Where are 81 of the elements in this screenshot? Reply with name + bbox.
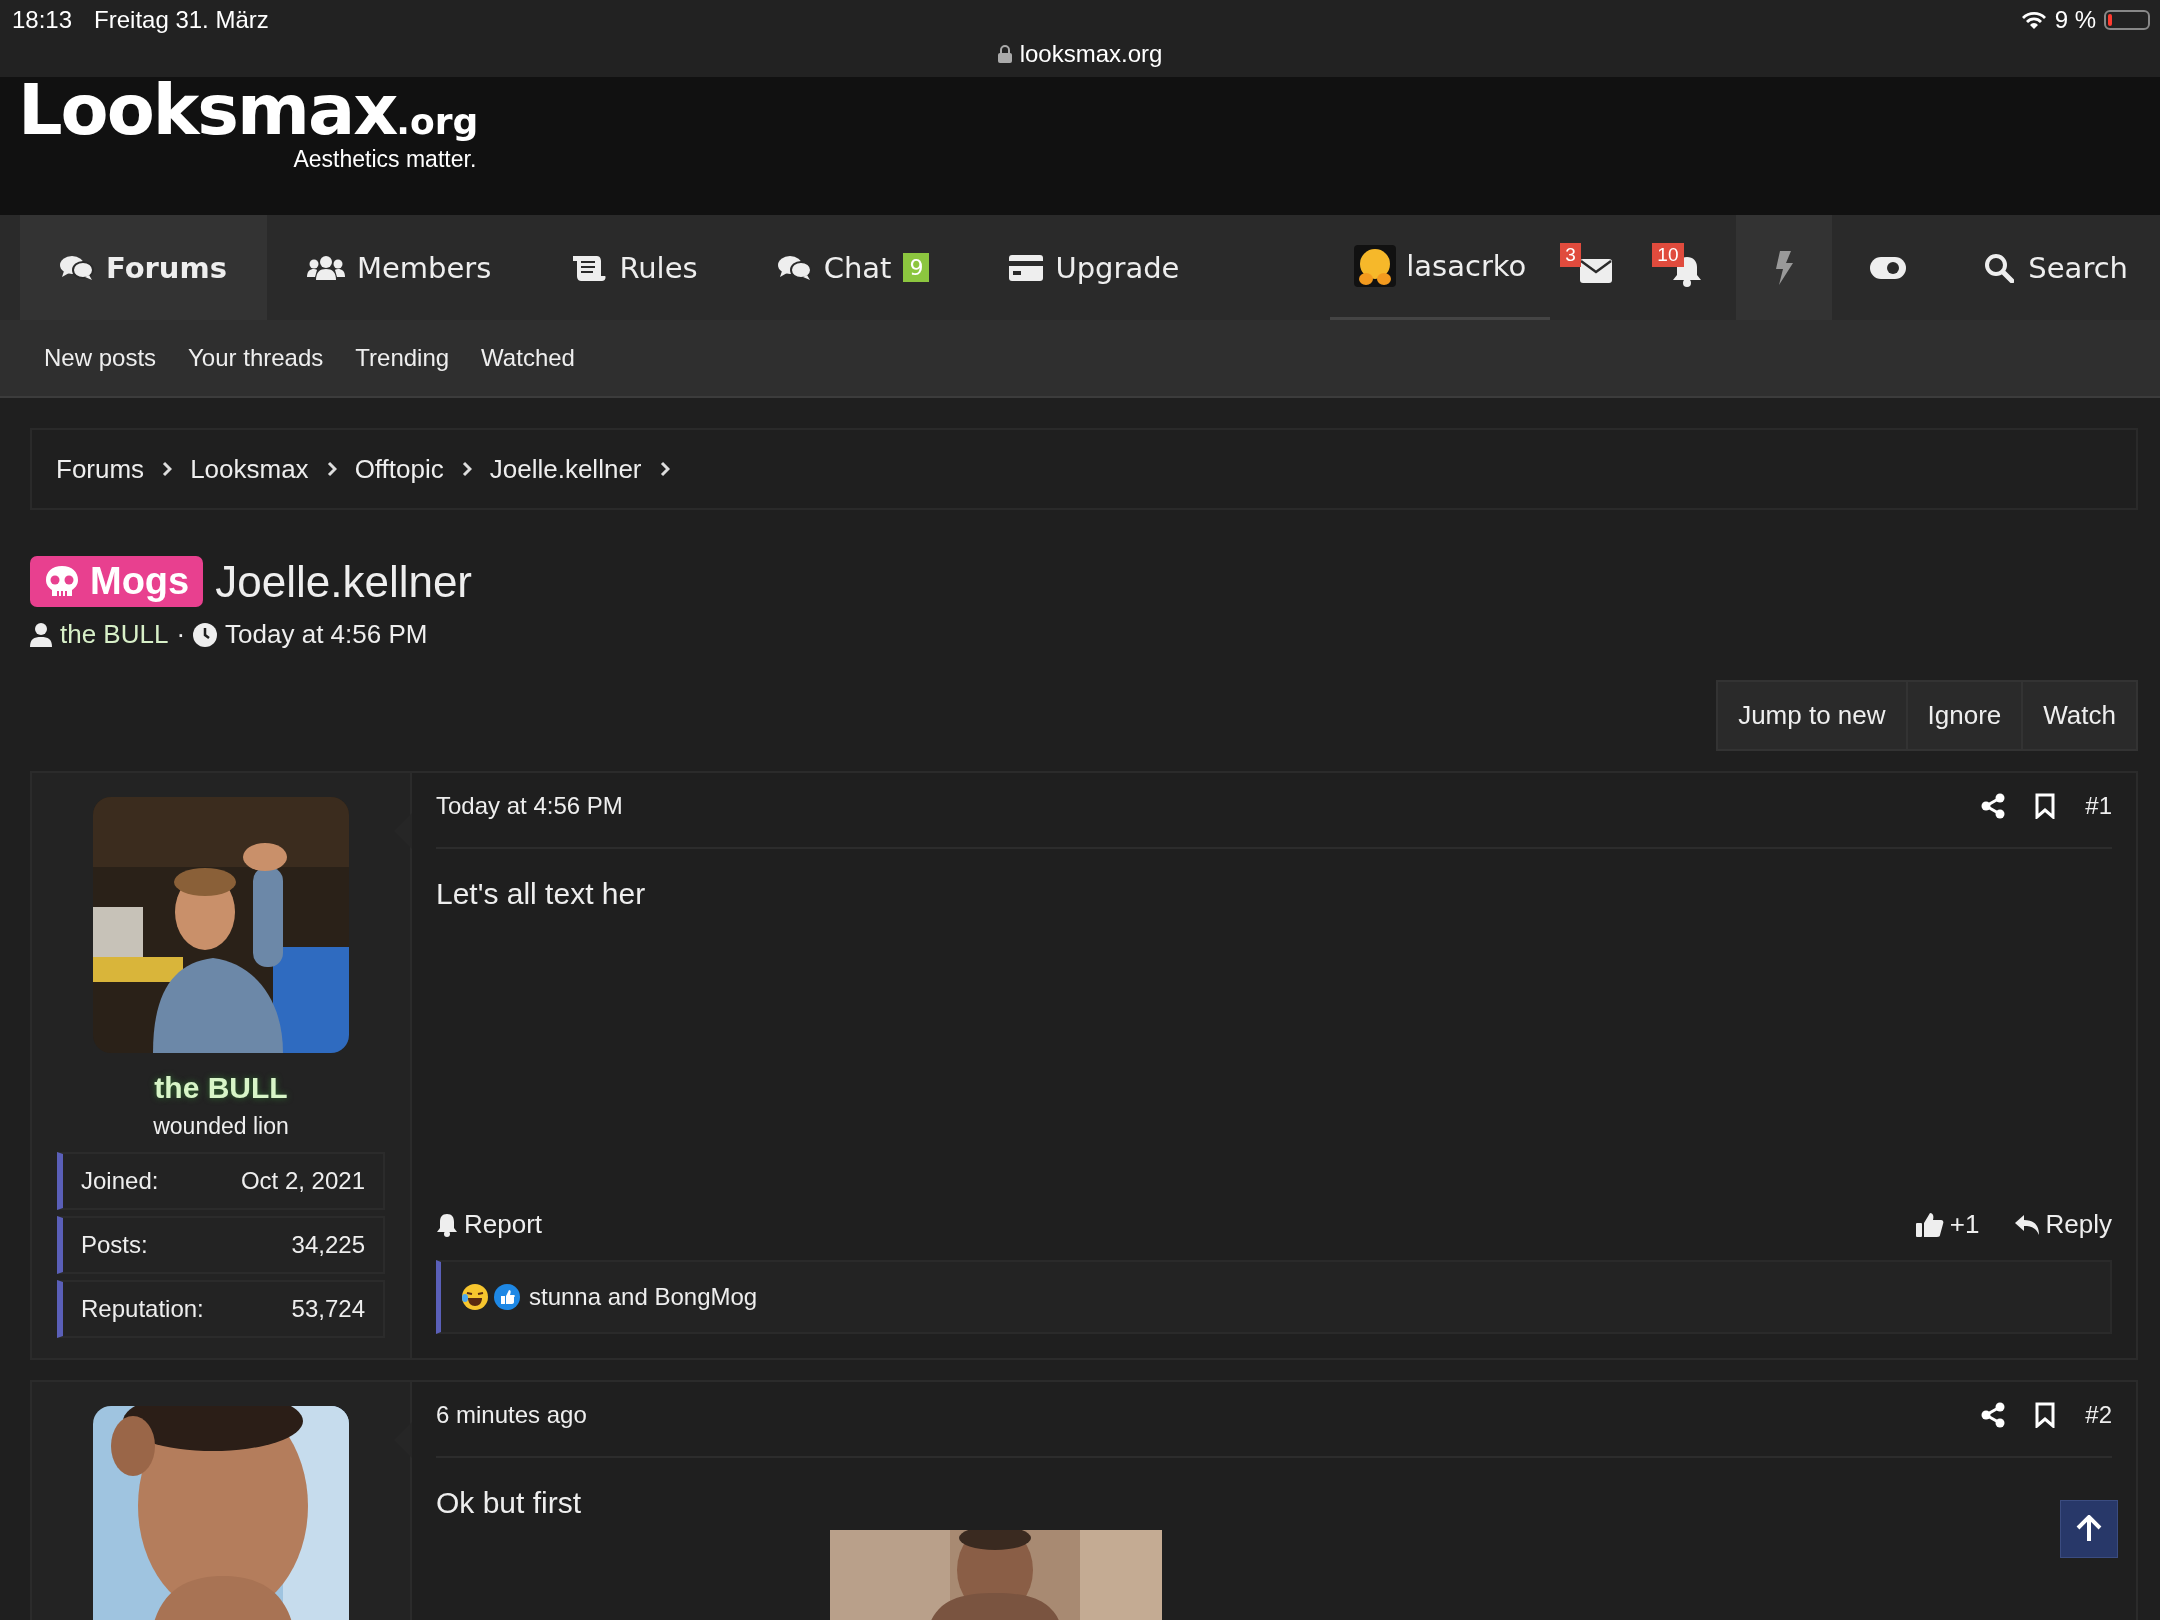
nav-tab[interactable]: Rules	[531, 215, 738, 320]
chevron-right-icon	[326, 461, 337, 477]
thread-date: Today at 4:56 PM	[225, 619, 428, 650]
subnav-link[interactable]: Watched	[481, 344, 575, 372]
bell-icon	[436, 1212, 458, 1237]
url-text[interactable]: looksmax.org	[1019, 40, 1163, 68]
post-text: Ok but first	[436, 1486, 583, 1520]
arrow-up-icon	[2076, 1515, 2102, 1543]
thread-prefix[interactable]: Mogs	[30, 556, 204, 607]
clock-icon	[193, 622, 218, 647]
separator-dot: ·	[176, 619, 186, 650]
stat-value: 53,724	[291, 1295, 365, 1323]
stat-value: 34,225	[291, 1231, 365, 1259]
stat-label: Joined:	[81, 1167, 159, 1195]
chat-bubbles-icon	[60, 254, 94, 281]
post-number[interactable]: #1	[2085, 792, 2112, 820]
subnav-link[interactable]: New posts	[44, 344, 157, 372]
thread-action-button[interactable]: Watch	[2021, 680, 2138, 751]
count-badge: 10	[1652, 243, 1684, 267]
nav-tab[interactable]: Members	[267, 215, 532, 320]
clock-time: 18:13	[12, 6, 73, 34]
post-number[interactable]: #2	[2085, 1401, 2112, 1429]
share-icon[interactable]	[1981, 1402, 2006, 1428]
search-button[interactable]: Search	[1944, 215, 2160, 320]
stat-label: Reputation:	[81, 1295, 204, 1323]
count-badge: 9	[903, 253, 930, 282]
breadcrumb-link[interactable]: Looksmax	[190, 453, 309, 485]
lock-icon	[997, 45, 1012, 63]
post-date[interactable]: 6 minutes ago	[436, 1401, 587, 1429]
post-date[interactable]: Today at 4:56 PM	[436, 792, 623, 820]
nav-tab[interactable]: Upgrade	[969, 215, 1220, 320]
username[interactable]: the BULL	[154, 1071, 288, 1105]
reaction-text: stunna and BongMog	[529, 1283, 758, 1311]
thumbs-up-icon	[1915, 1211, 1944, 1238]
like-button[interactable]: +1	[1915, 1209, 1980, 1240]
nav-tab[interactable]: Forums	[20, 215, 267, 320]
thread-action-button[interactable]: Ignore	[1905, 680, 2024, 751]
wifi-icon	[2020, 10, 2047, 30]
breadcrumb-link[interactable]: Joelle.kellner	[489, 453, 642, 485]
thumbs-up-emoji-icon	[493, 1283, 521, 1311]
bookmark-icon[interactable]	[2035, 1402, 2056, 1428]
envelope-icon	[1580, 258, 1613, 283]
reply-button[interactable]: Reply	[2013, 1209, 2112, 1240]
battery-percent: 9 %	[2054, 6, 2096, 34]
stat-value: Oct 2, 2021	[240, 1167, 365, 1195]
user-icon	[30, 622, 52, 647]
whats-new-button[interactable]	[1736, 215, 1833, 320]
site-logo[interactable]: Looksmax.org	[18, 77, 479, 144]
avatar-icon	[1354, 245, 1397, 287]
laughing-emoji-icon	[461, 1283, 489, 1311]
nav-tab[interactable]: Chat 9	[737, 215, 970, 320]
users-icon	[307, 254, 345, 281]
thread-title: Joelle.kellner	[215, 556, 473, 607]
battery-icon	[2104, 10, 2150, 30]
date-text: Freitag 31. März	[94, 6, 269, 34]
stat-label: Posts:	[81, 1231, 148, 1259]
messages-button[interactable]: 3	[1550, 221, 1643, 320]
report-link[interactable]: Report	[436, 1209, 543, 1240]
breadcrumb-link[interactable]: Forums	[56, 453, 145, 485]
author-link[interactable]: the BULL	[60, 619, 169, 650]
chat-bubbles-icon	[777, 254, 812, 281]
reply-arrow-icon	[2013, 1213, 2040, 1236]
reactions-bar[interactable]: stunna and BongMog	[436, 1260, 2112, 1334]
toggle-icon	[1870, 256, 1907, 279]
breadcrumb-link[interactable]: Offtopic	[354, 453, 444, 485]
subnav-link[interactable]: Trending	[355, 344, 450, 372]
lightning-icon	[1774, 250, 1795, 285]
subnav-link[interactable]: Your threads	[188, 344, 324, 372]
thread-action-button[interactable]: Jump to new	[1716, 680, 1908, 751]
count-badge: 3	[1560, 243, 1581, 267]
share-icon[interactable]	[1981, 793, 2006, 819]
chevron-right-icon	[461, 461, 472, 477]
search-icon	[1984, 252, 2015, 283]
chevron-right-icon	[659, 461, 670, 477]
tagline: Aesthetics matter.	[293, 147, 477, 171]
user-title: wounded lion	[153, 1113, 289, 1140]
credit-card-icon	[1009, 254, 1044, 281]
chevron-right-icon	[162, 461, 173, 477]
alerts-button[interactable]: 10	[1642, 221, 1737, 320]
bookmark-icon[interactable]	[2035, 793, 2056, 819]
post-text: Let's all text her	[436, 877, 647, 911]
